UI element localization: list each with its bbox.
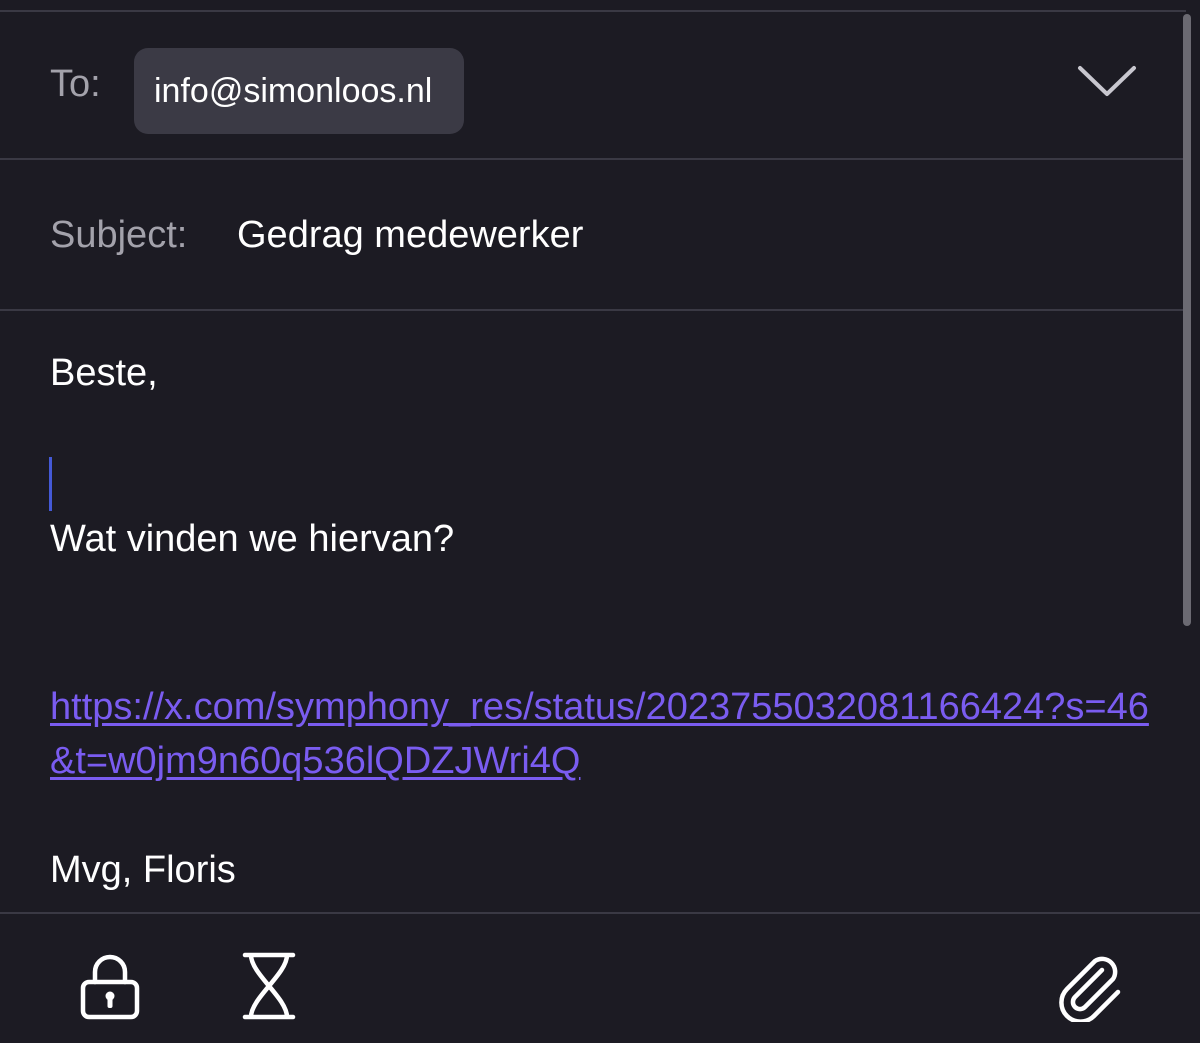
compose-screen: To: info@simonloos.nl Subject: Gedrag me… — [0, 0, 1200, 1043]
subject-label: Subject: — [50, 214, 188, 256]
top-divider — [0, 10, 1186, 12]
paperclip-icon[interactable] — [1058, 950, 1124, 1022]
subject-field[interactable]: Gedrag medewerker — [237, 213, 583, 257]
body-question: Wat vinden we hiervan? — [50, 518, 455, 560]
subject-divider — [0, 309, 1186, 311]
hourglass-icon[interactable] — [242, 952, 296, 1020]
text-cursor — [49, 457, 52, 511]
to-divider — [0, 158, 1186, 160]
body-greeting: Beste, — [50, 352, 158, 394]
to-label: To: — [50, 63, 101, 105]
recipient-chip[interactable]: info@simonloos.nl — [134, 48, 465, 134]
toolbar-divider — [0, 912, 1200, 914]
lock-icon[interactable] — [80, 952, 140, 1020]
chevron-down-icon[interactable] — [1074, 58, 1140, 102]
body-signature: Mvg, Floris — [50, 849, 236, 891]
body-link[interactable]: https://x.com/symphony_res/status/202375… — [50, 680, 1160, 788]
scrollbar[interactable] — [1183, 14, 1191, 626]
